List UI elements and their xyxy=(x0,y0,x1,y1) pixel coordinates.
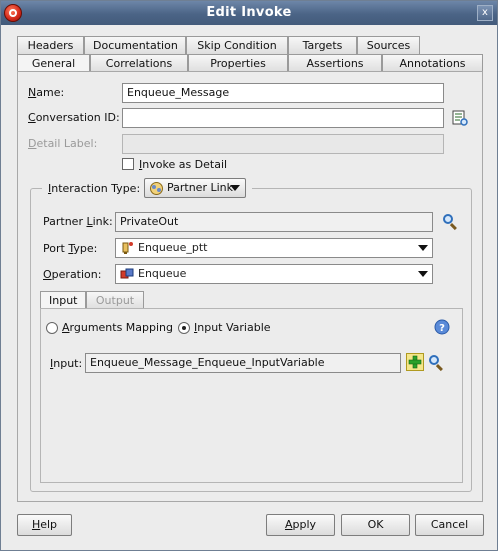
variables-picker-icon[interactable] xyxy=(452,110,468,126)
operation-icon xyxy=(120,268,134,279)
tab-skip-condition[interactable]: Skip Condition xyxy=(186,36,288,54)
ok-button[interactable]: OK xyxy=(341,514,410,536)
interaction-type-dropdown[interactable]: Partner Link xyxy=(144,178,246,198)
operation-value: Enqueue xyxy=(138,267,187,280)
arguments-mapping-radio[interactable] xyxy=(46,322,58,334)
input-variable-label: Input Variable xyxy=(194,321,271,334)
svg-text:?: ? xyxy=(439,323,445,334)
title-bar: Edit Invoke x xyxy=(1,1,497,25)
partner-link-field[interactable]: PrivateOut xyxy=(115,212,433,232)
conversation-id-label: Conversation ID: xyxy=(28,111,120,124)
invoke-as-detail-label: Invoke as Detail xyxy=(139,158,228,171)
port-type-value: Enqueue_ptt xyxy=(138,241,208,254)
edit-invoke-dialog: Edit Invoke x Headers Documentation Skip… xyxy=(0,0,498,551)
tab-headers[interactable]: Headers xyxy=(17,36,84,54)
tab-row-bottom: General Correlations Properties Assertio… xyxy=(17,54,483,72)
search-icon[interactable] xyxy=(428,354,446,372)
tab-assertions[interactable]: Assertions xyxy=(288,54,382,72)
close-icon[interactable]: x xyxy=(477,5,493,21)
detail-label-field xyxy=(122,134,444,154)
general-panel: Name: Enqueue_Message Conversation ID: D… xyxy=(17,71,483,502)
input-label: Input: xyxy=(50,357,83,370)
cancel-button[interactable]: Cancel xyxy=(415,514,484,536)
tab-output[interactable]: Output xyxy=(86,291,144,309)
chevron-down-icon xyxy=(230,185,240,191)
invoke-as-detail-checkbox[interactable] xyxy=(122,158,134,170)
input-variable-field[interactable]: Enqueue_Message_Enqueue_InputVariable xyxy=(85,353,401,373)
port-type-select[interactable]: Enqueue_ptt xyxy=(115,238,433,258)
conversation-id-field[interactable] xyxy=(122,108,444,128)
interaction-type-value: Partner Link xyxy=(167,181,233,194)
tab-correlations[interactable]: Correlations xyxy=(90,54,188,72)
interaction-type-label: Interaction Type: xyxy=(48,182,141,195)
port-type-label: Port Type: xyxy=(43,242,98,255)
tab-documentation[interactable]: Documentation xyxy=(84,36,186,54)
tab-row-top: Headers Documentation Skip Condition Tar… xyxy=(17,36,420,54)
chevron-down-icon xyxy=(418,271,428,277)
tab-general[interactable]: General xyxy=(17,54,90,72)
apply-button[interactable]: Apply xyxy=(266,514,335,536)
tab-input[interactable]: Input xyxy=(40,291,86,309)
partner-link-label: Partner Link: xyxy=(43,215,113,228)
partner-link-icon xyxy=(150,182,163,195)
port-type-icon xyxy=(122,242,133,254)
tab-properties[interactable]: Properties xyxy=(188,54,288,72)
dialog-title: Edit Invoke xyxy=(206,5,292,20)
tab-annotations[interactable]: Annotations xyxy=(382,54,483,72)
operation-label: Operation: xyxy=(43,268,102,281)
operation-select[interactable]: Enqueue xyxy=(115,264,433,284)
help-icon[interactable]: ? xyxy=(434,319,450,335)
help-button[interactable]: Help xyxy=(17,514,72,536)
input-panel xyxy=(40,308,463,483)
chevron-down-icon xyxy=(418,245,428,251)
tab-targets[interactable]: Targets xyxy=(288,36,357,54)
arguments-mapping-label: Arguments Mapping xyxy=(62,321,174,334)
name-label: Name: xyxy=(28,86,65,99)
search-icon[interactable] xyxy=(442,213,460,231)
detail-label-label: Detail Label: xyxy=(28,137,98,150)
add-icon[interactable] xyxy=(406,353,424,371)
input-variable-radio[interactable] xyxy=(178,322,190,334)
name-field[interactable]: Enqueue_Message xyxy=(122,83,444,103)
tab-sources[interactable]: Sources xyxy=(357,36,420,54)
